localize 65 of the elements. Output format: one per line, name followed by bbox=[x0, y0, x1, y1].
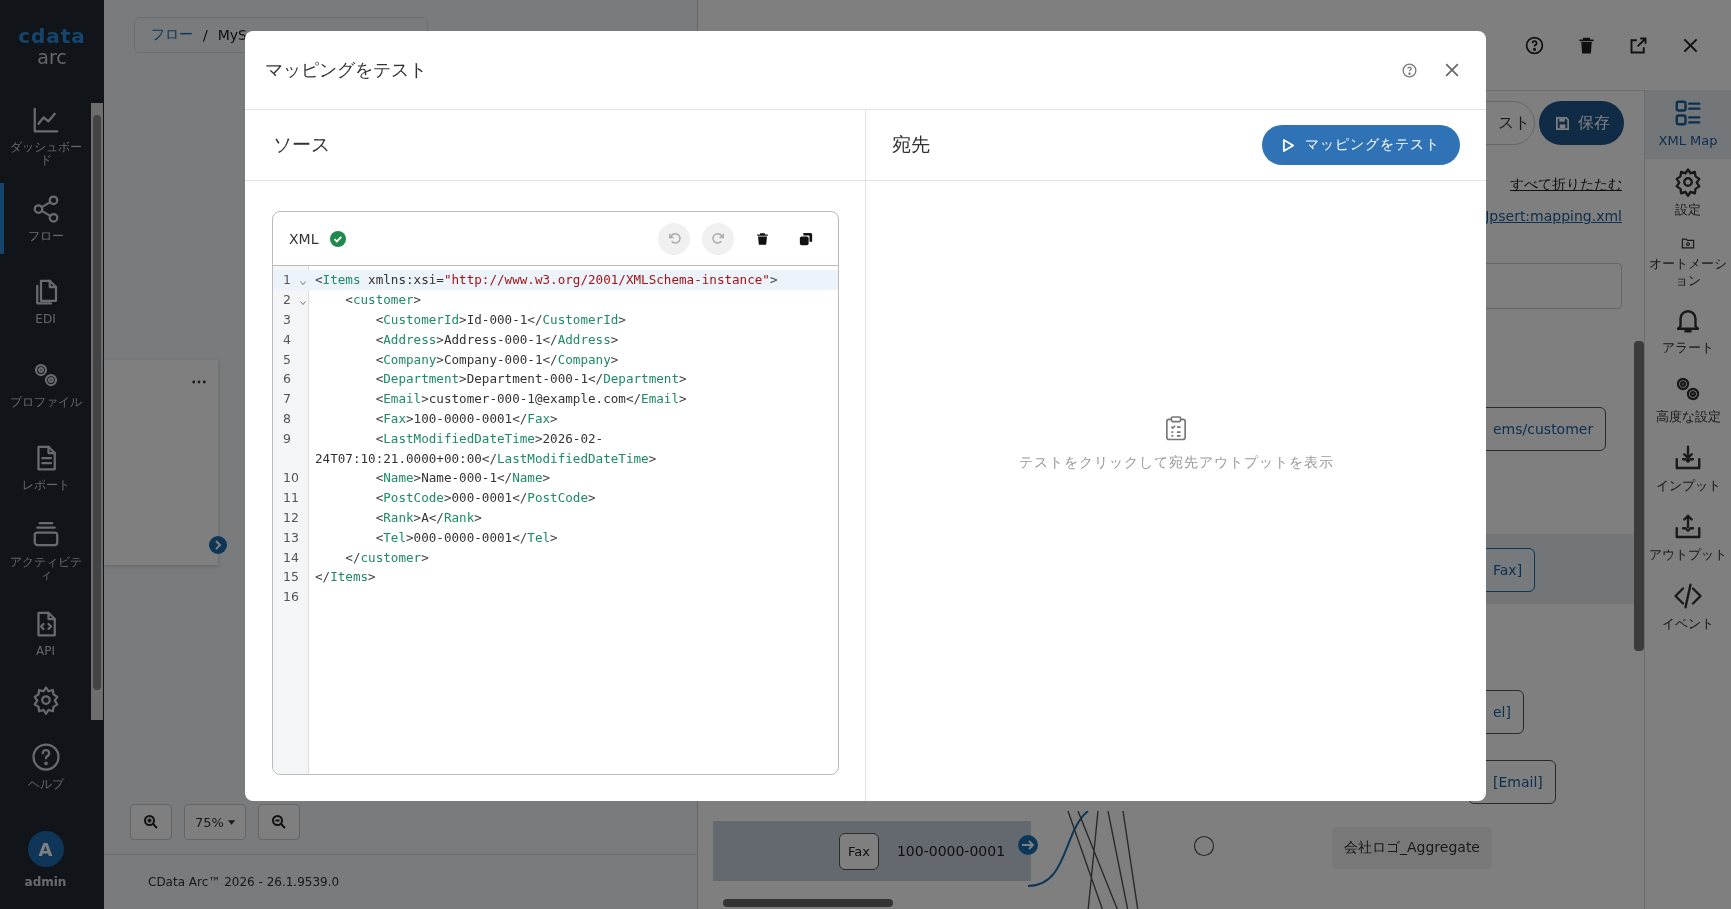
sidebar-item[interactable]: イベント bbox=[1645, 573, 1731, 642]
nav-item[interactable]: フロー bbox=[0, 177, 91, 260]
pane-title: ソース bbox=[273, 132, 330, 157]
line-number: 15 bbox=[283, 569, 299, 585]
code-line: <customer> bbox=[344, 292, 422, 308]
link[interactable]: すべて折りたたむ bbox=[1510, 176, 1622, 194]
line-number: 9 bbox=[283, 430, 291, 446]
code-line: <Rank>A</Rank> bbox=[374, 509, 482, 525]
line-number: 5 bbox=[283, 351, 291, 367]
code-line: </Items> bbox=[315, 569, 376, 585]
pane-title: 宛先 bbox=[892, 132, 930, 157]
code-line: <Tel>000-0000-0001</Tel> bbox=[374, 529, 558, 545]
sidebar-item[interactable]: オートメーション bbox=[1645, 228, 1731, 297]
field-chip[interactable]: Fax bbox=[839, 832, 879, 870]
save-button[interactable]: 保存 bbox=[1539, 101, 1624, 145]
line-number: 10 bbox=[283, 470, 299, 486]
code-line: <Email>customer-000-1@example.com</Email> bbox=[374, 391, 687, 407]
code-line: <LastModifiedDateTime>2026-02- bbox=[374, 430, 604, 446]
format-label: XML bbox=[289, 230, 319, 247]
code-line: <Address>Address-000-1</Address> bbox=[374, 331, 619, 347]
line-number: 4 bbox=[283, 331, 291, 347]
user-name: admin bbox=[24, 875, 67, 889]
logo-text: cdata bbox=[18, 26, 86, 46]
sidebar-item[interactable]: XML Map bbox=[1645, 90, 1731, 159]
line-number: 11 bbox=[283, 490, 299, 506]
code-line: <PostCode>000-0001</PostCode> bbox=[374, 490, 596, 506]
nav-item[interactable]: EDI bbox=[0, 260, 91, 343]
version-text: CData Arc™ 2026 - 26.1.9539.0 bbox=[148, 875, 340, 889]
line-number: 2 bbox=[283, 292, 291, 308]
nav-item[interactable]: API bbox=[0, 592, 91, 675]
field-value: 100-0000-0001 bbox=[896, 843, 1006, 859]
nav-item[interactable]: ヘルプ bbox=[0, 725, 91, 808]
line-number: 3 bbox=[283, 312, 291, 327]
nav-item[interactable]: アクティビティ bbox=[0, 509, 91, 592]
dialog-title: マッピングをテスト bbox=[265, 58, 428, 82]
sidebar-item[interactable]: インプット bbox=[1645, 435, 1731, 504]
nav-item[interactable]: ダッシュボード bbox=[0, 94, 91, 177]
line-number: 14 bbox=[283, 549, 299, 565]
empty-message: テストをクリックして宛先アウトプットを表示 bbox=[1018, 454, 1334, 472]
code-line: 24T07:10:21.0000+00:00</LastModifiedDateTime> bbox=[315, 450, 657, 466]
code-line: <Company>Company-000-1</Company> bbox=[374, 351, 619, 367]
user-avatar[interactable]: A bbox=[27, 831, 64, 867]
zoom-dropdown[interactable]: 75% bbox=[184, 804, 246, 840]
line-number: 13 bbox=[283, 529, 299, 545]
line-number: 8 bbox=[283, 410, 291, 426]
code-line: </customer> bbox=[344, 549, 429, 565]
nav-item[interactable]: レポート bbox=[0, 426, 91, 509]
code-line: <Department>Department-000-1</Department> bbox=[374, 371, 687, 387]
code-line: <Fax>100-0000-0001</Fax> bbox=[374, 410, 558, 426]
sidebar-item[interactable]: アラート bbox=[1645, 297, 1731, 366]
sidebar-item[interactable]: 高度な設定 bbox=[1645, 366, 1731, 435]
line-number: 1 bbox=[283, 272, 291, 288]
sidebar-item[interactable]: 設定 bbox=[1645, 159, 1731, 228]
code-line: <Name>Name-000-1</Name> bbox=[374, 470, 551, 486]
code-line: <Items xmlns:xsi="http://www.w3.org/2001/XMLSchema-instance"> bbox=[315, 272, 778, 288]
line-number: 16 bbox=[283, 589, 299, 605]
line-number: 12 bbox=[283, 509, 299, 525]
line-number: 6 bbox=[283, 371, 291, 387]
code-line: <CustomerId>Id-000-1</CustomerId> bbox=[374, 312, 626, 327]
sidebar-item[interactable]: アウトプット bbox=[1645, 504, 1731, 573]
line-number: 7 bbox=[283, 391, 291, 407]
test-mapping-button[interactable]: マッピングをテスト bbox=[1262, 125, 1460, 165]
mapping-node[interactable]: 会社ロゴ_Aggregate bbox=[1332, 827, 1492, 869]
link[interactable]: Jpsert:mapping.xml bbox=[1485, 208, 1622, 224]
logo-subtext: arc bbox=[37, 46, 67, 68]
